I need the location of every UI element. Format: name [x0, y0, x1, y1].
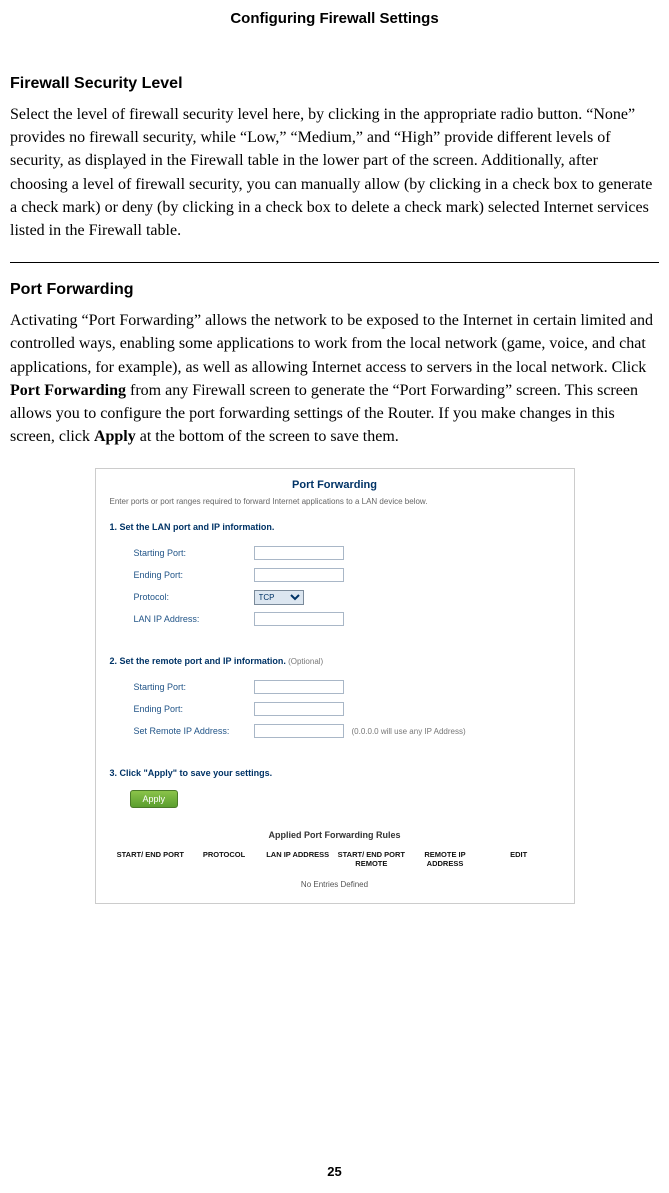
label-ending-port-lan: Ending Port: [134, 570, 254, 580]
label-starting-port-remote: Starting Port: [134, 682, 254, 692]
row-starting-port-lan: Starting Port: [134, 544, 560, 562]
col-remote-ip: REMOTE IP ADDRESS [408, 850, 482, 868]
input-starting-port-lan[interactable] [254, 546, 344, 560]
label-starting-port-lan: Starting Port: [134, 548, 254, 558]
body-firewall: Select the level of firewall security le… [10, 103, 659, 242]
rules-empty: No Entries Defined [96, 874, 574, 903]
col-start-end-port: START/ END PORT [114, 850, 188, 868]
divider [10, 262, 659, 263]
row-remote-ip: Set Remote IP Address: (0.0.0.0 will use… [134, 722, 560, 740]
apply-button[interactable]: Apply [130, 790, 179, 808]
rules-table-header: START/ END PORT PROTOCOL LAN IP ADDRESS … [96, 850, 574, 874]
page-number: 25 [0, 1164, 669, 1179]
body-span: at the bottom of the screen to save them… [136, 428, 399, 445]
body-bold-port-forwarding: Port Forwarding [10, 382, 126, 399]
section-port-forwarding: Port Forwarding Activating “Port Forward… [0, 281, 669, 448]
body-port-forwarding: Activating “Port Forwarding” allows the … [10, 309, 659, 448]
hint-remote-ip: (0.0.0.0 will use any IP Address) [352, 727, 466, 736]
input-remote-ip[interactable] [254, 724, 344, 738]
panel-subtitle: Enter ports or port ranges required to f… [96, 497, 574, 516]
page-header: Configuring Firewall Settings [0, 0, 669, 75]
section-title-firewall: Firewall Security Level [10, 75, 659, 93]
col-edit: EDIT [482, 850, 556, 868]
step2-optional: (Optional) [286, 657, 323, 666]
section-title-port-forwarding: Port Forwarding [10, 281, 659, 299]
step1-form: Starting Port: Ending Port: Protocol: TC… [96, 538, 574, 650]
row-ending-port-lan: Ending Port: [134, 566, 560, 584]
panel-title: Port Forwarding [96, 469, 574, 497]
port-forwarding-panel: Port Forwarding Enter ports or port rang… [95, 468, 575, 904]
col-start-end-port-remote: START/ END PORT REMOTE [335, 850, 409, 868]
apply-row: Apply [130, 790, 560, 808]
row-starting-port-remote: Starting Port: [134, 678, 560, 696]
step2-title-text: 2. Set the remote port and IP informatio… [110, 656, 286, 666]
select-protocol[interactable]: TCP [254, 590, 304, 605]
input-ending-port-remote[interactable] [254, 702, 344, 716]
label-lan-ip: LAN IP Address: [134, 614, 254, 624]
body-bold-apply: Apply [94, 428, 136, 445]
col-protocol: PROTOCOL [187, 850, 261, 868]
input-starting-port-remote[interactable] [254, 680, 344, 694]
step1-title: 1. Set the LAN port and IP information. [96, 516, 574, 538]
row-ending-port-remote: Ending Port: [134, 700, 560, 718]
label-ending-port-remote: Ending Port: [134, 704, 254, 714]
body-span: Activating “Port Forwarding” allows the … [10, 312, 653, 375]
row-protocol: Protocol: TCP [134, 588, 560, 606]
label-protocol: Protocol: [134, 592, 254, 602]
step2-title: 2. Set the remote port and IP informatio… [96, 650, 574, 672]
step2-form: Starting Port: Ending Port: Set Remote I… [96, 672, 574, 762]
input-ending-port-lan[interactable] [254, 568, 344, 582]
section-firewall-security: Firewall Security Level Select the level… [0, 75, 669, 242]
embedded-screenshot: Port Forwarding Enter ports or port rang… [95, 468, 575, 904]
label-remote-ip: Set Remote IP Address: [134, 726, 254, 736]
step3-title: 3. Click "Apply" to save your settings. [96, 762, 574, 784]
input-lan-ip[interactable] [254, 612, 344, 626]
rules-title: Applied Port Forwarding Rules [96, 822, 574, 850]
row-lan-ip: LAN IP Address: [134, 610, 560, 628]
col-lan-ip: LAN IP ADDRESS [261, 850, 335, 868]
